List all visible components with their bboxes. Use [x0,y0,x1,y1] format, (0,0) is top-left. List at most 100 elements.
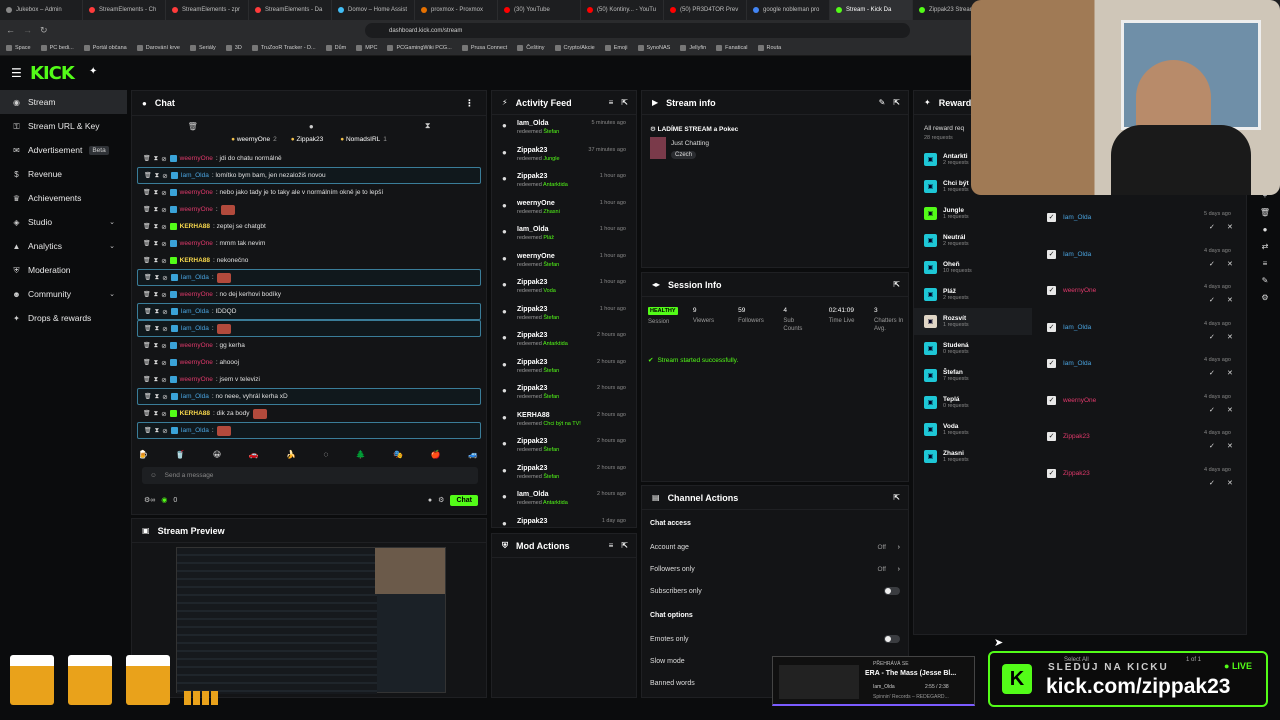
delete-message-icon[interactable]: 🗑 [144,172,152,179]
chat-username[interactable]: Iam_Olda [181,325,209,332]
more-icon[interactable]: ⋮ [465,98,474,109]
bookmark-item[interactable]: MPC [356,44,377,51]
delete-message-icon[interactable]: 🗑 [143,155,151,162]
chat-username[interactable]: KERHA88 [180,223,210,230]
request-user[interactable]: weernyOne [1063,287,1096,294]
car-emote-icon[interactable]: 🚗 [249,450,259,464]
ban-icon[interactable]: ⊘ [162,274,167,282]
timeout-icon[interactable]: ⧗ [154,223,159,231]
chat-message[interactable]: 🗑 ⧗ ⊘ Iam_Olda: [137,422,481,439]
cup-emote-icon[interactable]: 🥤 [175,450,185,464]
activity-user[interactable]: Zippak23 [517,306,559,313]
bookmark-item[interactable]: SynoNAS [637,44,670,51]
bookmark-item[interactable]: Jellyfin [680,44,706,51]
request-user[interactable]: Iam_Olda [1063,251,1091,258]
timeout-icon[interactable]: ⧗ [155,274,160,282]
bookmark-item[interactable]: Darování krve [136,44,180,51]
chat-username[interactable]: weernyOne [180,376,213,383]
browser-tab[interactable]: (30) YouTube [498,0,581,20]
delete-message-icon[interactable]: 🗑 [144,274,152,281]
sidebar-item-drops-rewards[interactable]: ✦ Drops & rewards [0,306,127,330]
activity-user[interactable]: Iam_Olda [517,491,568,498]
bookmark-item[interactable]: Seriály [189,44,216,51]
smile-emote-icon[interactable]: 😀 [213,450,221,464]
timeout-icon[interactable]: ⧗ [154,291,159,299]
activity-user[interactable]: Zippak23 [517,332,568,339]
timeout-icon[interactable]: ⧗ [154,257,159,265]
reload-icon[interactable]: ↻ [40,25,48,36]
chevron-down-icon[interactable]: ⌄ [109,218,115,226]
bookmark-item[interactable]: Space [6,44,31,51]
list-icon[interactable]: ≡ [1263,259,1268,268]
tree-emote-icon[interactable]: 🌲 [356,450,366,464]
sidebar-item-analytics[interactable]: ▲ Analytics ⌄ [0,234,127,258]
delete-message-icon[interactable]: 🗑 [143,376,151,383]
timeout-icon[interactable]: ⧗ [154,240,159,248]
wrench-icon[interactable]: ✎ [1262,276,1269,285]
request-checkbox[interactable]: ✓ [1047,468,1056,478]
delete-message-icon[interactable]: 🗑 [143,359,151,366]
activity-user[interactable]: Zippak23 [517,359,559,366]
apple-emote-icon[interactable]: 🍎 [431,450,441,464]
popout-icon[interactable]: ⇱ [893,493,900,502]
chat-message[interactable]: 🗑 ⧗ ⊘ weernyOne: jdi do chatu normálně [137,150,481,167]
approve-icon[interactable]: ✓ [1209,333,1215,341]
request-checkbox[interactable]: ✓ [1047,249,1056,259]
chat-username[interactable]: Iam_Olda [181,393,209,400]
chat-message[interactable]: 🗑 ⧗ ⊘ Iam_Olda: [137,320,481,337]
chat-username[interactable]: weernyOne [180,291,213,298]
request-user[interactable]: Iam_Olda [1063,360,1091,367]
timeout-icon[interactable]: ⧗ [155,325,160,333]
activity-user[interactable]: Zippak23 [517,147,560,154]
chat-username[interactable]: Iam_Olda [181,308,209,315]
address-bar[interactable]: dashboard.kick.com/stream [365,23,910,38]
chat-message[interactable]: 🗑 ⧗ ⊘ KERHA88: zeptej se chatgbt [137,218,481,235]
delete-message-icon[interactable]: 🗑 [144,325,152,332]
popout-icon[interactable]: ⇱ [621,541,628,550]
menu-icon[interactable]: ☰ [11,66,22,80]
approve-icon[interactable]: ✓ [1209,223,1215,231]
ban-icon[interactable]: ⊘ [161,257,166,265]
chevron-down-icon[interactable]: ⌄ [109,242,115,250]
chat-username[interactable]: weernyOne [180,359,213,366]
timeout-icon[interactable]: ⧗ [154,206,159,214]
ban-icon[interactable]: ⊘ [161,206,166,214]
bookmark-item[interactable]: Fanatical [716,44,748,51]
request-checkbox[interactable]: ✓ [1047,395,1056,405]
reject-icon[interactable]: ✕ [1227,406,1233,414]
delete-message-icon[interactable]: 🗑 [143,240,151,247]
browser-tab[interactable]: Stream - Kick Da [830,0,913,20]
chat-message[interactable]: 🗑 ⧗ ⊘ weernyOne: mmm tak nevim [137,235,481,252]
ban-icon[interactable]: ⊘ [161,376,166,384]
ban-icon[interactable]: ⊘ [162,325,167,333]
circle-emote-icon[interactable]: ◌ [323,450,328,464]
chat-send-button[interactable]: Chat [450,494,478,506]
reject-icon[interactable]: ✕ [1227,223,1233,231]
pinned-user[interactable]: ● NomadsIRL 1 [340,136,387,150]
request-checkbox[interactable]: ✓ [1047,322,1056,332]
activity-user[interactable]: Iam_Olda [517,226,554,233]
activity-user[interactable]: Iam_Olda [517,120,559,127]
delete-message-icon[interactable]: 🗑 [144,427,152,434]
chat-message[interactable]: 🗑 ⧗ ⊘ weernyOne: nebo jako tady je to taky … [137,184,481,201]
timeout-icon[interactable]: ⧗ [155,172,160,180]
chat-username[interactable]: weernyOne [180,155,213,162]
sidebar-item-stream-url-key[interactable]: ⚿ Stream URL & Key [0,114,127,138]
delete-message-icon[interactable]: 🗑 [143,410,151,417]
request-checkbox[interactable]: ✓ [1047,432,1056,441]
forward-icon[interactable]: → [23,25,32,35]
request-user[interactable]: Zippak23 [1063,433,1090,440]
chat-message[interactable]: 🗑 ⧗ ⊘ Iam_Olda: no neee, vyhrál kerha xD [137,388,481,405]
reject-icon[interactable]: ✕ [1227,296,1233,304]
browser-tab[interactable]: proxmox - Proxmox [415,0,498,20]
ban-icon[interactable]: ⊘ [161,223,166,231]
timeout-icon[interactable]: ⧗ [154,359,159,367]
face-emote-icon[interactable]: 🎭 [393,450,403,464]
chat-message[interactable]: 🗑 ⧗ ⊘ weernyOne: gg kerha [137,337,481,354]
approve-icon[interactable]: ✓ [1209,296,1215,304]
timeout-icon[interactable]: ⧗ [154,342,159,350]
subscribers-only-toggle[interactable] [884,587,900,595]
gear-icon[interactable]: ⚙ [1261,293,1268,302]
bookmark-item[interactable]: Routa [757,44,781,51]
sidebar-item-moderation[interactable]: ⛨ Moderation [0,258,127,282]
